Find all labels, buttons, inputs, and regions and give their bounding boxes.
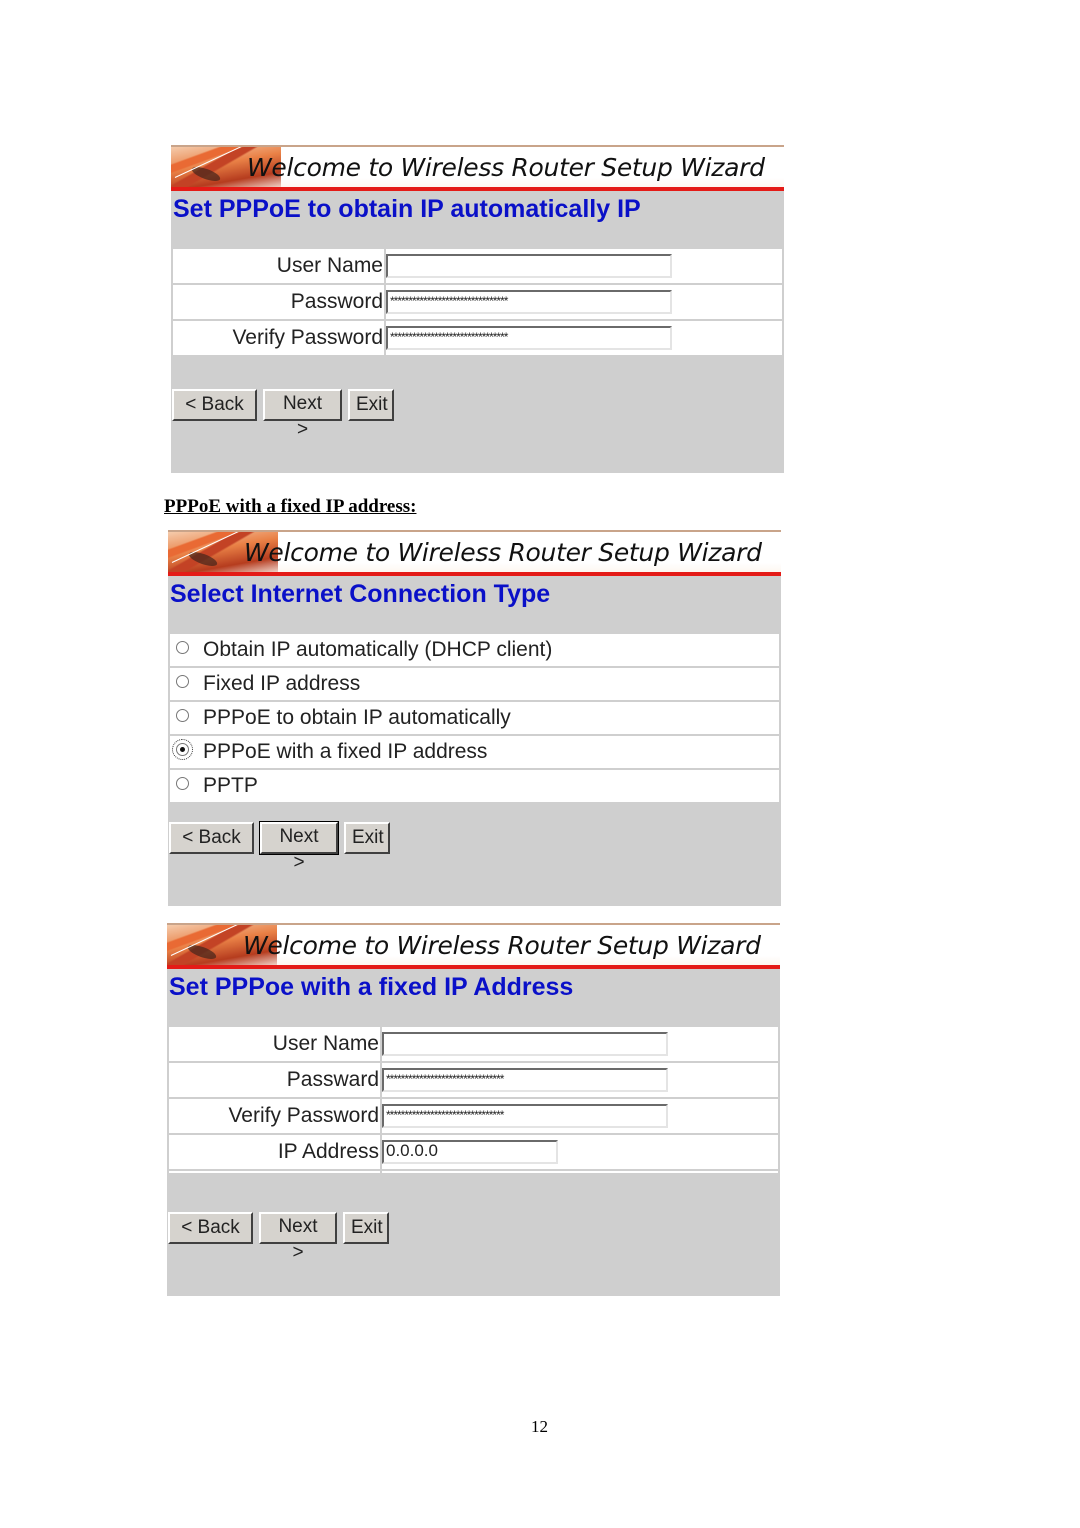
option-label: Obtain IP automatically (DHCP client)	[203, 638, 553, 661]
option-pppoe-auto[interactable]: PPPoE to obtain IP automatically	[170, 702, 779, 734]
wizard-panel-pppoe-auto: Welcome to Wireless Router Setup Wizard …	[171, 145, 784, 473]
option-row: PPPoE with a fixed IP address	[170, 736, 779, 768]
exit-button[interactable]: Exit	[348, 389, 394, 421]
banner-divider	[171, 187, 784, 191]
banner-title: Welcome to Wireless Router Setup Wizard	[247, 153, 765, 182]
form-row-user-name: User Name	[169, 1027, 778, 1061]
option-label: PPTP	[203, 774, 258, 797]
wizard-buttons: < Back Next > Exit	[172, 389, 394, 440]
user-name-input[interactable]	[386, 254, 672, 278]
option-fixed-ip[interactable]: Fixed IP address	[170, 668, 779, 700]
page-number: 12	[531, 1417, 548, 1436]
password-input[interactable]: ********************************	[382, 1068, 668, 1092]
connection-type-options: Obtain IP automatically (DHCP client) Fi…	[168, 632, 781, 804]
option-pptp[interactable]: PPTP	[170, 770, 779, 802]
verify-password-label: Verify Password	[173, 321, 384, 355]
banner-divider	[167, 965, 780, 969]
wizard-banner: Welcome to Wireless Router Setup Wizard	[168, 530, 781, 576]
wizard-panel-connection-type: Welcome to Wireless Router Setup Wizard …	[168, 530, 781, 906]
option-row: PPPoE to obtain IP automatically	[170, 702, 779, 734]
back-button[interactable]: < Back	[172, 389, 257, 421]
next-button[interactable]: Next >	[263, 389, 342, 440]
wizard-buttons: < Back Next > Exit	[168, 1212, 389, 1263]
next-button[interactable]: Next >	[259, 821, 339, 873]
form-row-verify-password: Verify Password ************************…	[173, 321, 782, 355]
radio-unchecked-icon[interactable]	[176, 674, 189, 688]
form-row-spacer	[169, 1171, 778, 1173]
form-row-verify-password: Verify Password ************************…	[169, 1099, 778, 1133]
option-row: Obtain IP automatically (DHCP client)	[170, 634, 779, 666]
exit-button[interactable]: Exit	[344, 822, 390, 854]
back-button[interactable]: < Back	[169, 822, 254, 854]
back-button[interactable]: < Back	[168, 1212, 253, 1244]
panel-subtitle: Set PPPoE to obtain IP automatically IP	[173, 195, 641, 223]
password-label: Passward	[169, 1063, 380, 1097]
option-dhcp[interactable]: Obtain IP automatically (DHCP client)	[170, 634, 779, 666]
exit-button[interactable]: Exit	[343, 1212, 389, 1244]
pppoe-fixed-form: User Name Passward *********************…	[167, 1025, 780, 1175]
wizard-buttons: < Back Next > Exit	[169, 821, 390, 873]
section-caption: PPPoE with a fixed IP address:	[164, 496, 417, 517]
ip-address-input[interactable]: 0.0.0.0	[382, 1140, 558, 1164]
password-input[interactable]: ********************************	[386, 290, 672, 314]
wizard-panel-pppoe-fixed: Welcome to Wireless Router Setup Wizard …	[167, 923, 780, 1296]
password-label: Password	[173, 285, 384, 319]
wizard-banner: Welcome to Wireless Router Setup Wizard	[171, 145, 784, 191]
next-button[interactable]: Next >	[259, 1212, 337, 1263]
radio-unchecked-icon[interactable]	[176, 708, 189, 722]
form-row-password: Passward *******************************…	[169, 1063, 778, 1097]
form-row-user-name: User Name	[173, 249, 782, 283]
verify-password-label: Verify Password	[169, 1099, 380, 1133]
option-label: Fixed IP address	[203, 672, 361, 695]
option-row: PPTP	[170, 770, 779, 802]
form-row-password: Password *******************************…	[173, 285, 782, 319]
radio-unchecked-icon[interactable]	[176, 776, 189, 790]
user-name-label: User Name	[169, 1027, 380, 1061]
panel-subtitle: Select Internet Connection Type	[170, 580, 551, 608]
wizard-banner: Welcome to Wireless Router Setup Wizard	[167, 923, 780, 969]
option-row: Fixed IP address	[170, 668, 779, 700]
form-row-ip-address: IP Address 0.0.0.0	[169, 1135, 778, 1169]
verify-password-input[interactable]: ********************************	[386, 326, 672, 350]
verify-password-input[interactable]: ********************************	[382, 1104, 668, 1128]
option-pppoe-fixed[interactable]: PPPoE with a fixed IP address	[170, 736, 779, 768]
user-name-input[interactable]	[382, 1032, 668, 1056]
credentials-form: User Name Password *********************…	[171, 247, 784, 357]
option-label: PPPoE with a fixed IP address	[203, 740, 488, 763]
radio-unchecked-icon[interactable]	[176, 640, 189, 654]
banner-divider	[168, 572, 781, 576]
banner-title: Welcome to Wireless Router Setup Wizard	[243, 931, 761, 960]
banner-title: Welcome to Wireless Router Setup Wizard	[244, 538, 762, 567]
radio-checked-icon[interactable]	[172, 738, 193, 760]
panel-subtitle: Set PPPoe with a fixed IP Address	[169, 973, 574, 1001]
option-label: PPPoE to obtain IP automatically	[203, 706, 511, 729]
user-name-label: User Name	[173, 249, 384, 283]
ip-address-label: IP Address	[169, 1135, 380, 1169]
